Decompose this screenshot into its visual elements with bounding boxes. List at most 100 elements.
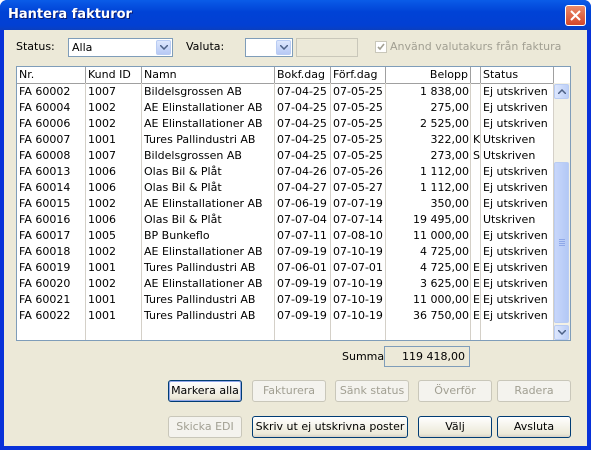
cell-bokf-dag: 07-07-04 [277,213,327,226]
table-row[interactable]: FA 60015 1002 AE Elinstallationer AB 07-06-… [17,196,554,212]
cell-namn: Tures Pallindustri AB [144,293,256,306]
column-divider [385,83,386,340]
cell-forf-dag: 07-05-25 [333,101,383,114]
scroll-thumb[interactable] [554,162,569,323]
status-dropdown[interactable]: Alla [68,38,173,57]
cell-forf-dag: 07-05-25 [333,117,383,130]
table-header: Nr. Kund ID Namn Bokf.dag Förf.dag Belop… [17,67,554,84]
cell-belopp: 322,00 [430,133,470,146]
cell-belopp: 1 112,00 [420,165,469,178]
cell-belopp: 2 525,00 [420,117,469,130]
scroll-down-button[interactable] [554,325,569,340]
avsluta-button[interactable]: Avsluta [497,416,571,438]
cell-bokf-dag: 07-04-25 [277,133,327,146]
col-bokf-dag[interactable]: Bokf.dag [275,67,331,83]
cell-forf-dag: 07-07-14 [333,213,383,226]
radera-button[interactable]: Radera [497,380,571,402]
cell-kund-id: 1002 [88,245,116,258]
table-row[interactable]: FA 60013 1006 Olas Bil & Plåt 07-04-26 07-05… [17,164,554,180]
column-divider [330,83,331,340]
cell-namn: Bildelsgrossen AB [144,85,242,98]
close-button[interactable] [565,5,586,26]
cell-bokf-dag: 07-04-25 [277,117,327,130]
table-row[interactable]: FA 60008 1007 Bildelsgrossen AB 07-04-25 07-… [17,148,554,164]
cell-nr: FA 60014 [19,181,71,194]
cell-kund-id: 1002 [88,277,116,290]
title-bar[interactable]: Hantera fakturor [0,0,591,30]
markera-alla-button[interactable]: Markera alla [168,380,242,402]
cell-kund-id: 1002 [88,197,116,210]
cell-kund-id: 1001 [88,261,116,274]
valuta-dropdown[interactable] [245,38,293,57]
table-row[interactable]: FA 60017 1005 BP Bunkeflo 07-07-11 07-08-10 1… [17,228,554,244]
cell-status: Ej utskriven [483,229,548,242]
valj-button[interactable]: Välj [418,416,492,438]
cell-nr: FA 60006 [19,117,71,130]
cell-namn: AE Elinstallationer AB [144,117,263,130]
col-flag[interactable] [471,67,481,83]
cell-namn: Tures Pallindustri AB [144,309,256,322]
print-unprinted-button[interactable]: Skriv ut ej utskrivna poster [252,416,408,438]
fakturera-button[interactable]: Fakturera [252,380,326,402]
cell-status: Utskriven [483,213,536,226]
chevron-down-icon[interactable] [276,40,291,55]
column-divider [470,83,471,340]
cell-kund-id: 1001 [88,309,116,322]
table-row[interactable]: FA 60021 1001 Tures Pallindustri AB 07-09-1… [17,292,554,308]
cell-belopp: 36 750,00 [413,309,469,322]
sank-status-button[interactable]: Sänk status [335,380,409,402]
table-row[interactable]: FA 60019 1001 Tures Pallindustri AB 07-06-0… [17,260,554,276]
column-divider [553,83,554,340]
cell-forf-dag: 07-05-25 [333,85,383,98]
cell-nr: FA 60015 [19,197,71,210]
cell-kund-id: 1001 [88,293,116,306]
overfor-button[interactable]: Överför [418,380,492,402]
table-row[interactable]: FA 60007 1001 Tures Pallindustri AB 07-04-2… [17,132,554,148]
vertical-scrollbar[interactable] [553,83,570,340]
col-kund-id[interactable]: Kund ID [86,67,142,83]
cell-kund-id: 1007 [88,149,116,162]
scroll-up-button[interactable] [554,84,569,99]
table-row[interactable]: FA 60002 1007 Bildelsgrossen AB 07-04-25 07-… [17,84,554,100]
cell-namn: AE Elinstallationer AB [144,245,263,258]
chevron-down-icon[interactable] [156,40,171,55]
table-row[interactable]: FA 60014 1006 Olas Bil & Plåt 07-04-27 07-05… [17,180,554,196]
invoice-table[interactable]: Nr. Kund ID Namn Bokf.dag Förf.dag Belop… [16,66,571,341]
cell-status: Ej utskriven [483,261,548,274]
cell-forf-dag: 07-10-19 [333,245,383,258]
col-status[interactable]: Status [481,67,554,83]
cell-belopp: 11 000,00 [413,293,469,306]
col-belopp[interactable]: Belopp [386,67,471,83]
status-label: Status: [16,40,55,53]
table-row[interactable]: FA 60022 1001 Tures Pallindustri AB 07-09-1… [17,308,554,324]
cell-forf-dag: 07-07-01 [333,261,383,274]
cell-forf-dag: 07-05-25 [333,133,383,146]
table-row[interactable]: FA 60006 1002 AE Elinstallationer AB 07-04-… [17,116,554,132]
table-row[interactable]: FA 60004 1002 AE Elinstallationer AB 07-04-… [17,100,554,116]
cell-kund-id: 1006 [88,213,116,226]
cell-forf-dag: 07-05-26 [333,165,383,178]
cell-nr: FA 60016 [19,213,71,226]
close-icon [570,10,581,21]
cell-forf-dag: 07-07-19 [333,197,383,210]
cell-status: Ej utskriven [483,245,548,258]
cell-status: Ej utskriven [483,101,548,114]
cell-status: Ej utskriven [483,197,548,210]
table-row[interactable]: FA 60018 1002 AE Elinstallationer AB 07-09-… [17,244,554,260]
table-row[interactable]: FA 60016 1006 Olas Bil & Plåt 07-07-04 07-07… [17,212,554,228]
table-row[interactable]: FA 60020 1002 AE Elinstallationer AB 07-09-… [17,276,554,292]
cell-namn: AE Elinstallationer AB [144,277,263,290]
col-forf-dag[interactable]: Förf.dag [331,67,386,83]
cell-nr: FA 60017 [19,229,71,242]
cell-forf-dag: 07-05-27 [333,181,383,194]
use-rate-checkbox[interactable] [375,41,387,53]
cell-bokf-dag: 07-04-25 [277,101,327,114]
column-divider [274,83,275,340]
col-namn[interactable]: Namn [142,67,275,83]
cell-status: Ej utskriven [483,277,548,290]
cell-status: Ej utskriven [483,293,548,306]
valuta-label: Valuta: [186,40,225,53]
skicka-edi-button[interactable]: Skicka EDI [168,416,242,438]
col-nr[interactable]: Nr. [17,67,86,83]
cell-nr: FA 60004 [19,101,71,114]
